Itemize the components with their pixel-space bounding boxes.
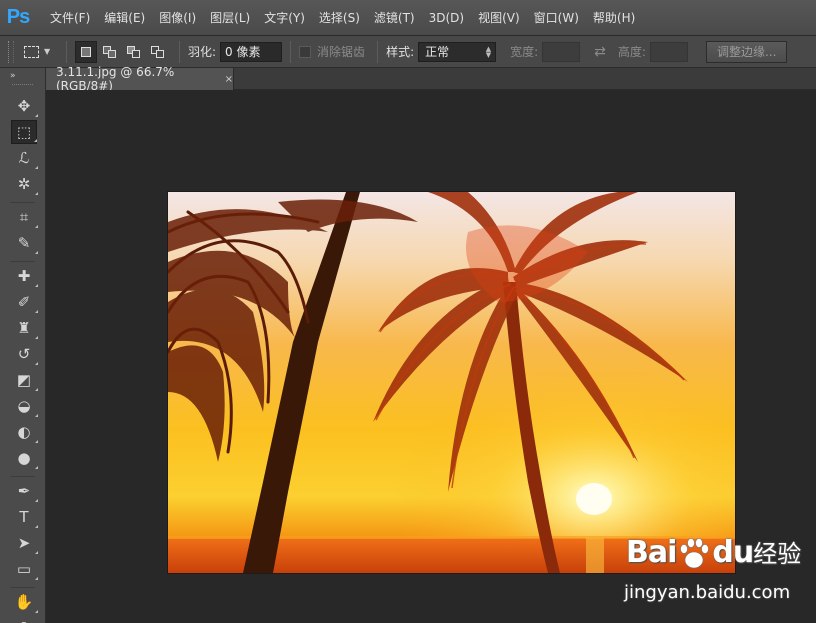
menu-item[interactable]: 滤镜(T): [372, 9, 422, 26]
watermark-product: 经验: [753, 540, 802, 568]
menu-item[interactable]: 文字(Y): [262, 9, 312, 26]
tool-group-divider: [10, 472, 35, 477]
menu-item[interactable]: 图层(L): [208, 9, 257, 26]
pen-tool-icon[interactable]: ✒: [11, 479, 38, 503]
menu-item[interactable]: 窗口(W): [532, 9, 586, 26]
tools-grip[interactable]: [12, 84, 33, 90]
menu-items: 文件(F) 编辑(E) 图像(I) 图层(L) 文字(Y) 选择(S) 滤镜(T) 3D(D)…: [48, 9, 647, 26]
antialias-label: 消除锯齿: [317, 45, 366, 59]
type-tool-icon[interactable]: T: [11, 505, 38, 529]
watermark-brand: Bai: [626, 535, 677, 570]
divider: [377, 40, 379, 63]
watermark-brand-tail: du: [712, 535, 754, 570]
menu-bar: Ps 文件(F) 编辑(E) 图像(I) 图层(L) 文字(Y) 选择(S) 滤镜(T) 3D…: [0, 0, 816, 36]
menu-item[interactable]: 3D(D): [427, 11, 471, 25]
options-bar: ▼ 羽化: 0 像素 消除锯齿 样式: 正常 ▲ ▼ 宽度: ⇄ 高度: 调整边…: [0, 36, 816, 68]
hand-tool-icon[interactable]: ✋: [11, 590, 38, 614]
watermark-url: jingyan.baidu.com: [624, 582, 791, 603]
baidu-paw-icon: [680, 538, 709, 569]
move-tool-icon[interactable]: ✥: [11, 94, 38, 118]
document-tab-title: 3.11.1.jpg @ 66.7%(RGB/8#): [56, 65, 175, 93]
add-selection-icon: [103, 45, 117, 58]
subtract-selection-icon: [127, 45, 141, 58]
crop-tool-icon[interactable]: ⌗: [11, 205, 38, 229]
document-tab[interactable]: 3.11.1.jpg @ 66.7%(RGB/8#) ×: [46, 65, 234, 93]
sunset-palm-photo: [168, 192, 735, 573]
dodge-tool-icon[interactable]: ●: [11, 446, 38, 470]
swap-dimensions-icon[interactable]: ⇄: [594, 44, 606, 60]
baidu-jingyan-watermark: Bai du经验 jingyan.baidu.com: [624, 530, 816, 623]
watermark-logo: Bai du经验: [626, 534, 801, 570]
feather-label: 羽化:: [188, 45, 217, 59]
height-label: 高度:: [617, 45, 646, 59]
divider: [66, 40, 67, 63]
photoshop-window: Ps 文件(F) 编辑(E) 图像(I) 图层(L) 文字(Y) 选择(S) 滤镜(T) 3D…: [0, 0, 816, 623]
refine-edge-button[interactable]: 调整边缘...: [705, 40, 788, 63]
tool-group-divider: [10, 583, 35, 588]
style-value: 正常: [425, 45, 450, 59]
new-selection-button[interactable]: [75, 40, 97, 63]
history-brush-tool-icon[interactable]: ↺: [11, 342, 38, 366]
updown-arrows-icon: ▲ ▼: [485, 44, 492, 59]
antialias-checkbox[interactable]: [299, 45, 312, 58]
divider: [290, 40, 292, 63]
menu-item[interactable]: 选择(S): [317, 9, 367, 26]
tool-list: ✥⬚ℒ✲ ⌗✎ ✚✐♜↺◩◒◐● ✒T➤▭ ✋ ⚲: [0, 94, 45, 623]
clone-stamp-tool-icon[interactable]: ♜: [11, 316, 38, 340]
divider: [179, 40, 180, 63]
eyedropper-tool-icon[interactable]: ✎: [11, 231, 38, 255]
blur-tool-icon[interactable]: ◐: [11, 420, 38, 444]
rectangle-tool-icon[interactable]: ▭: [11, 557, 38, 581]
subtract-from-selection-button[interactable]: [123, 41, 145, 63]
path-selection-tool-icon[interactable]: ➤: [11, 531, 38, 555]
add-to-selection-button[interactable]: [99, 41, 121, 63]
chevron-down-icon: ▼: [44, 47, 51, 56]
photoshop-logo: Ps: [6, 6, 30, 28]
rectangular-marquee-tool-icon[interactable]: ⬚: [11, 120, 37, 144]
brush-tool-icon[interactable]: ✐: [11, 290, 38, 314]
intersect-selection-icon: [151, 45, 165, 58]
menu-item[interactable]: 编辑(E): [102, 9, 152, 26]
style-select[interactable]: 正常 ▲ ▼: [418, 41, 497, 62]
width-label: 宽度:: [510, 45, 539, 59]
feather-input[interactable]: 0 像素: [220, 41, 283, 62]
tools-panel: » ✥⬚ℒ✲ ⌗✎ ✚✐♜↺◩◒◐● ✒T➤▭ ✋ ⚲: [0, 68, 46, 623]
marquee-preset-icon: [24, 45, 39, 58]
new-selection-icon: [81, 46, 91, 57]
width-input[interactable]: [542, 41, 581, 62]
document-image[interactable]: [168, 192, 735, 573]
zoom-tool-icon[interactable]: ⚲: [11, 616, 37, 623]
height-input[interactable]: [649, 41, 688, 62]
menu-item[interactable]: 视图(V): [476, 9, 527, 26]
magic-wand-tool-icon[interactable]: ✲: [11, 172, 38, 196]
tool-group-divider: [10, 198, 35, 203]
lasso-tool-icon[interactable]: ℒ: [11, 146, 38, 170]
options-grip[interactable]: [8, 40, 14, 63]
eraser-tool-icon[interactable]: ◩: [11, 368, 38, 392]
intersect-selection-button[interactable]: [147, 41, 169, 63]
menu-item[interactable]: 帮助(H): [591, 9, 642, 26]
menu-item[interactable]: 文件(F): [48, 9, 97, 26]
document-tab-bar: 3.11.1.jpg @ 66.7%(RGB/8#) ×: [46, 65, 816, 93]
paint-bucket-tool-icon[interactable]: ◒: [11, 394, 38, 418]
tool-preset-picker[interactable]: ▼: [24, 41, 58, 63]
close-icon[interactable]: ×: [225, 74, 233, 85]
healing-brush-tool-icon[interactable]: ✚: [11, 264, 38, 288]
style-label: 样式:: [386, 45, 415, 59]
menu-item[interactable]: 图像(I): [157, 9, 203, 26]
tool-group-divider: [10, 257, 35, 262]
collapse-panel-icon[interactable]: »: [0, 68, 45, 84]
